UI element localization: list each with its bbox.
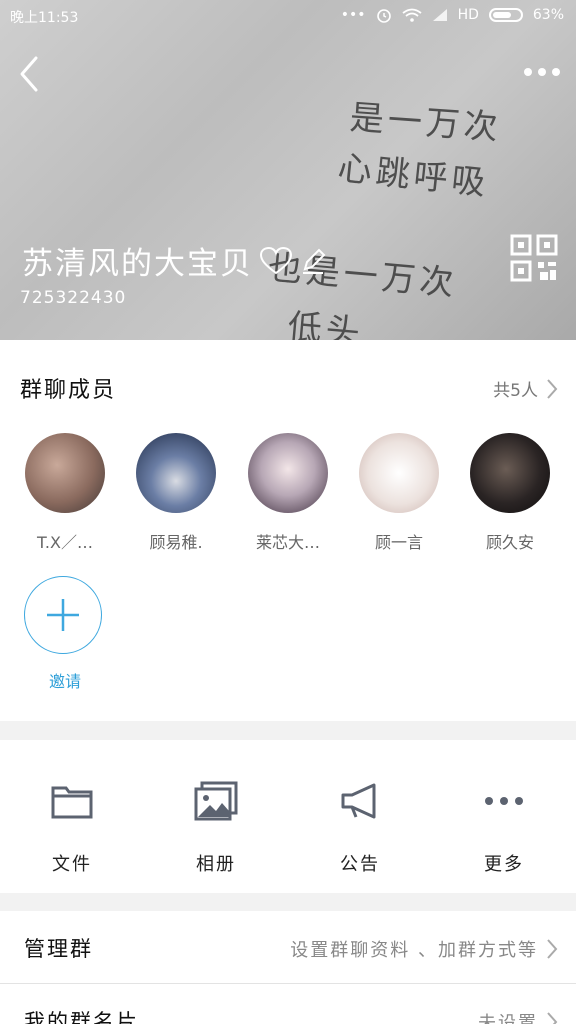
group-cover[interactable]: 是一万次 心跳呼吸 也是一万次 低头 晚上11:53 ••• HD 63% 苏清… — [0, 0, 576, 340]
battery-level: 63% — [532, 7, 564, 23]
tool-files[interactable]: 文件 — [12, 776, 132, 876]
network-type: HD — [457, 7, 479, 23]
member-name: 莱芯大… — [255, 533, 320, 552]
member-name: 顾一言 — [374, 533, 423, 552]
album-icon — [194, 781, 238, 821]
cover-text-2: 心跳呼吸 — [335, 148, 492, 204]
row-title: 我的群名片 — [24, 1010, 139, 1024]
battery-icon — [488, 8, 523, 22]
tool-label: 公告 — [340, 854, 380, 875]
member-name: 顾久安 — [485, 533, 534, 552]
status-bar: 晚上11:53 ••• HD 63% — [0, 0, 576, 34]
member-item[interactable]: T.X／… — [15, 433, 115, 553]
cell-signal-icon — [432, 9, 447, 21]
manage-group-row[interactable]: 管理群 设置群聊资料 、加群方式等 — [0, 911, 576, 983]
members-count-link[interactable]: 共5人 — [493, 376, 558, 401]
more-icon[interactable] — [522, 62, 562, 82]
group-profile-screen: 是一万次 心跳呼吸 也是一万次 低头 晚上11:53 ••• HD 63% 苏清… — [0, 0, 576, 1024]
member-item[interactable]: 顾久安 — [460, 433, 560, 553]
members-count: 共5人 — [493, 381, 538, 401]
cover-text-1: 是一万次 — [348, 97, 503, 149]
avatar — [25, 433, 105, 513]
row-value: 未设置 — [478, 1013, 538, 1024]
folder-icon — [51, 786, 93, 819]
wifi-icon — [402, 8, 422, 22]
add-icon — [24, 576, 102, 654]
member-name: T.X／… — [37, 533, 93, 552]
member-item[interactable]: 顾易稚. — [126, 433, 226, 553]
row-value-wrap: 设置群聊资料 、加群方式等 — [290, 936, 558, 962]
qr-code-icon[interactable] — [510, 234, 558, 282]
announcement-icon — [341, 783, 376, 819]
row-title: 管理群 — [24, 937, 93, 961]
tool-label: 文件 — [52, 854, 92, 875]
group-id: 725322430 — [20, 288, 127, 308]
chevron-right-icon — [547, 939, 558, 959]
tool-announcement[interactable]: 公告 — [300, 776, 420, 876]
member-name: 顾易稚. — [149, 533, 203, 552]
tool-album[interactable]: 相册 — [156, 776, 276, 876]
members-title: 群聊成员 — [20, 378, 117, 403]
avatar — [470, 433, 550, 513]
chevron-right-icon — [547, 378, 558, 399]
cover-text-4: 低头 — [286, 306, 366, 340]
group-name-row[interactable]: 苏清风的大宝贝 — [22, 238, 327, 283]
tools-card: 文件 相册 公告 更多 — [0, 740, 576, 893]
status-icons: ••• HD 63% — [341, 7, 564, 23]
heart-icon — [259, 246, 293, 274]
member-item[interactable]: 顾一言 — [349, 433, 449, 553]
members-card: 群聊成员 共5人 T.X／… 顾易稚. 莱芯大… 顾一言 顾久安 邀请 — [0, 340, 576, 721]
edit-icon[interactable] — [299, 247, 327, 275]
tool-label: 相册 — [196, 854, 236, 875]
alarm-icon — [376, 9, 391, 23]
more-dots-icon — [485, 797, 523, 805]
signal-dots-icon: ••• — [340, 7, 366, 23]
row-value: 设置群聊资料 、加群方式等 — [290, 940, 538, 961]
tool-more[interactable]: 更多 — [444, 776, 564, 876]
avatar — [248, 433, 328, 513]
invite-label: 邀请 — [48, 672, 81, 691]
back-icon[interactable] — [14, 54, 44, 94]
avatar — [359, 433, 439, 513]
avatar — [136, 433, 216, 513]
row-value-wrap: 未设置 — [478, 1009, 558, 1024]
chevron-right-icon — [547, 1012, 558, 1024]
tool-label: 更多 — [484, 854, 524, 875]
my-group-card-row[interactable]: 我的群名片 未设置 — [0, 984, 576, 1024]
group-name: 苏清风的大宝贝 — [22, 246, 253, 282]
invite-button[interactable]: 邀请 — [24, 576, 106, 692]
member-item[interactable]: 莱芯大… — [238, 433, 338, 553]
status-time: 晚上11:53 — [10, 10, 79, 26]
